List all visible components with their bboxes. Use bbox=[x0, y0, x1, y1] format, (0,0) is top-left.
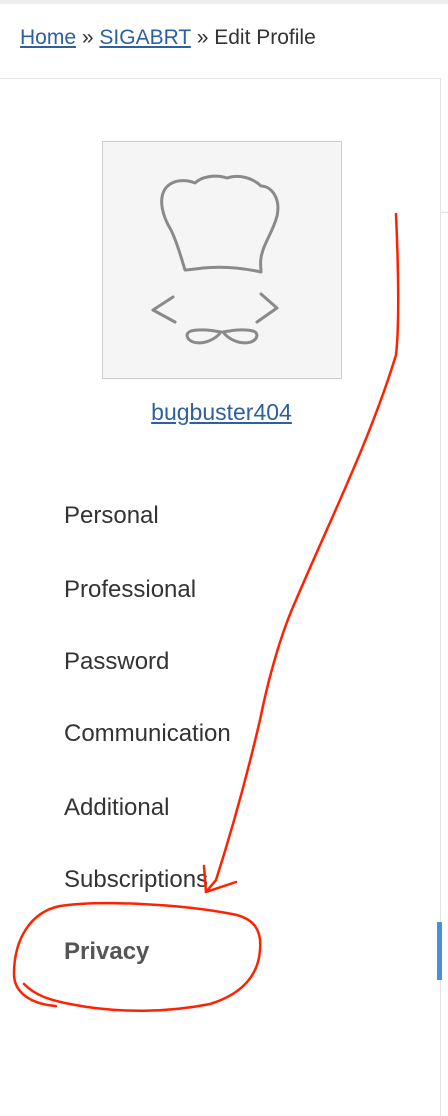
active-section-indicator bbox=[437, 922, 442, 980]
chef-hat-mustache-icon bbox=[151, 174, 280, 345]
nav-item-subscriptions[interactable]: Subscriptions bbox=[64, 866, 208, 894]
breadcrumb-separator: » bbox=[81, 26, 94, 49]
nav-item-password[interactable]: Password bbox=[64, 648, 169, 676]
breadcrumb-user-link[interactable]: SIGABRT bbox=[99, 26, 190, 49]
breadcrumb-current: Edit Profile bbox=[214, 26, 316, 49]
nav-item-additional[interactable]: Additional bbox=[64, 794, 169, 822]
avatar[interactable] bbox=[102, 141, 342, 379]
top-divider bbox=[0, 0, 448, 4]
username-link[interactable]: bugbuster404 bbox=[0, 399, 443, 426]
content-panel-tick bbox=[440, 212, 448, 213]
arrow-icon bbox=[202, 864, 238, 894]
nav-item-personal[interactable]: Personal bbox=[64, 502, 159, 530]
breadcrumb: Home » SIGABRT » Edit Profile bbox=[20, 26, 316, 50]
header-divider bbox=[0, 78, 440, 79]
nav-item-communication[interactable]: Communication bbox=[64, 720, 231, 748]
breadcrumb-separator: » bbox=[196, 26, 209, 49]
breadcrumb-home-link[interactable]: Home bbox=[20, 26, 76, 49]
nav-item-professional[interactable]: Professional bbox=[64, 576, 196, 604]
edit-profile-page: Home » SIGABRT » Edit Profile bugbuster4… bbox=[0, 0, 448, 1116]
nav-item-privacy[interactable]: Privacy bbox=[64, 938, 149, 966]
